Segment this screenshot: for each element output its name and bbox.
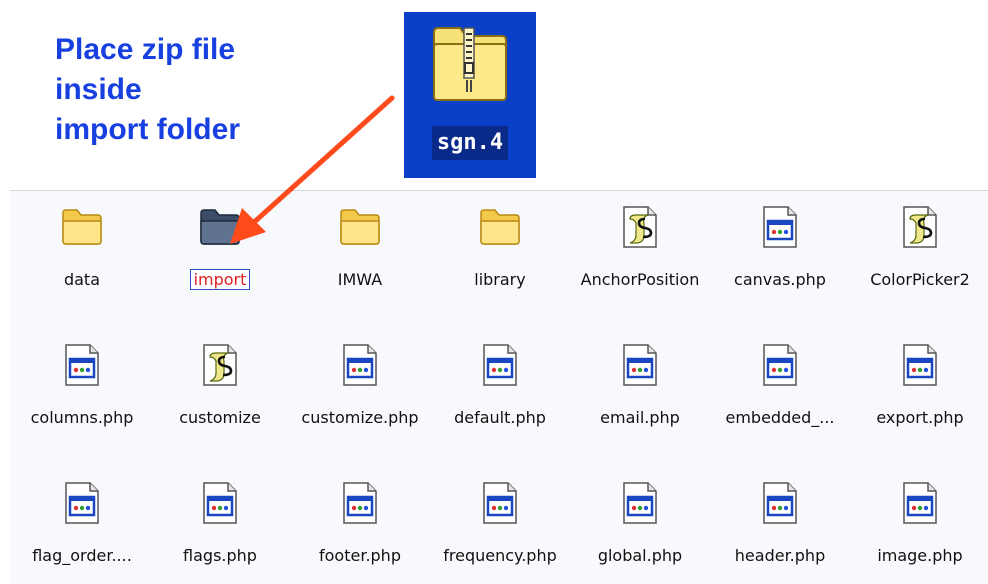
php-file-icon <box>60 481 104 525</box>
php-file-icon <box>758 481 802 525</box>
instruction-line: inside <box>55 73 142 106</box>
php-file-icon <box>618 343 662 387</box>
php-file-icon <box>758 343 802 387</box>
file-item-label: canvas.php <box>734 270 826 289</box>
file-item-label: email.php <box>600 408 680 427</box>
file-item-label: ColorPicker2 <box>870 270 970 289</box>
zip-file-label: sgn.4 <box>432 126 508 160</box>
php-file-icon <box>478 343 522 387</box>
file-item-label: flag_order.... <box>32 546 132 565</box>
script-icon <box>198 343 242 387</box>
file-item-label: columns.php <box>30 408 134 427</box>
folder-icon <box>478 205 522 249</box>
folder-icon <box>338 205 382 249</box>
instruction-line: Place zip file <box>55 33 236 66</box>
php-file-icon <box>198 481 242 525</box>
php-file-icon <box>898 481 942 525</box>
php-file-icon <box>618 481 662 525</box>
file-item-label: embedded_... <box>725 408 835 427</box>
instruction-line: import folder <box>55 113 240 146</box>
file-item-label: export.php <box>876 408 964 427</box>
file-item-label: flags.php <box>183 546 257 565</box>
script-icon <box>898 205 942 249</box>
instruction-text: Place zip file inside import folder <box>55 30 240 150</box>
file-item-label: IMWA <box>337 270 383 289</box>
file-explorer-pane: data import IMWA library AnchorPosition canva… <box>10 190 988 584</box>
script-icon <box>618 205 662 249</box>
folder-icon <box>60 205 104 249</box>
file-item-label: frequency.php <box>443 546 557 565</box>
file-item-label: library <box>474 270 526 289</box>
php-file-icon <box>60 343 104 387</box>
php-file-icon <box>478 481 522 525</box>
file-item-label: customize.php <box>301 408 419 427</box>
php-file-icon <box>898 343 942 387</box>
php-file-icon <box>338 481 382 525</box>
file-item-label: header.php <box>734 546 826 565</box>
file-item-label: data <box>63 270 101 289</box>
php-file-icon <box>758 205 802 249</box>
file-item-label: image.php <box>877 546 963 565</box>
zip-folder-icon <box>433 27 507 101</box>
file-item-label: AnchorPosition <box>580 270 700 289</box>
file-item-label: import <box>189 269 251 290</box>
file-item-label: default.php <box>454 408 546 427</box>
file-item-label: global.php <box>597 546 683 565</box>
dragged-zip-file[interactable]: sgn.4 <box>404 12 536 178</box>
file-item-label: footer.php <box>319 546 401 565</box>
file-item-label: customize <box>179 408 261 427</box>
folder-icon <box>198 205 242 249</box>
php-file-icon <box>338 343 382 387</box>
